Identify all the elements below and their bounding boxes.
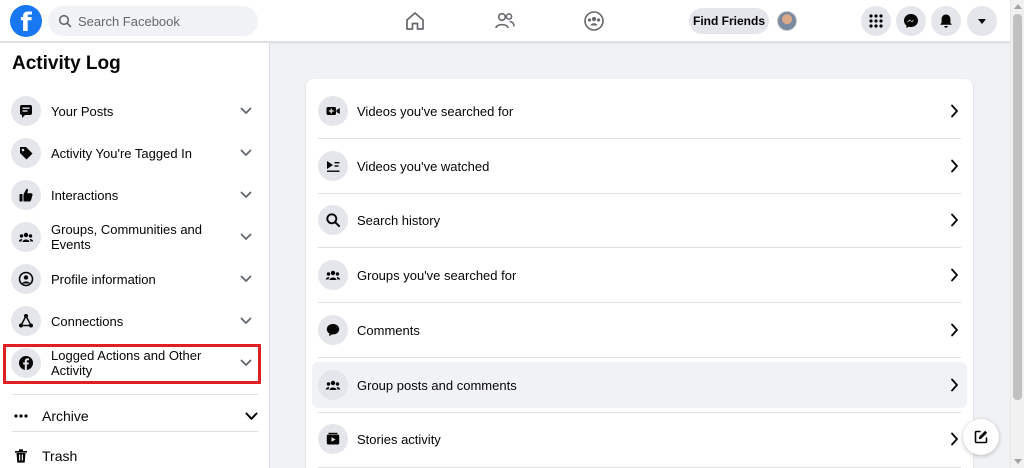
groups-icon[interactable] [582,9,606,33]
row-label: Search history [357,212,441,228]
row-label: Videos you've watched [357,158,490,174]
sidebar-item-profile-information[interactable]: Profile information [8,264,260,294]
groups-icon [318,260,348,290]
sidebar-item-archive[interactable]: Archive [8,401,260,431]
sidebar-item-label: Connections [51,313,124,329]
messenger-icon[interactable] [896,6,926,36]
sidebar-item-groups-communities-events[interactable]: Groups, Communities and Events [8,222,260,252]
sidebar-item-trash[interactable]: Trash [8,441,260,468]
row-separator [318,247,961,248]
tag-icon [11,138,41,168]
sidebar-item-tagged[interactable]: Activity You're Tagged In [8,138,260,168]
friends-icon[interactable] [493,9,517,33]
sidebar-divider [12,394,258,395]
account-dropdown-icon[interactable] [967,6,997,36]
thumbs-up-icon [11,180,41,210]
row-label: Groups you've searched for [357,267,517,283]
sidebar-item-connections[interactable]: Connections [8,306,260,336]
comment-icon [318,315,348,345]
page-title: Activity Log [12,53,121,74]
top-navigation-bar: f Find Friends [0,0,1010,42]
chevron-right-icon [950,213,959,227]
home-icon[interactable] [403,9,427,33]
row-group-posts-comments[interactable]: Group posts and comments [312,362,967,408]
connections-icon [11,306,41,336]
row-comments[interactable]: Comments [312,307,967,353]
activity-categories-card: Videos you've searched for Videos you've… [306,79,973,468]
sidebar-item-interactions[interactable]: Interactions [8,180,260,210]
groups-icon [318,370,348,400]
chevron-right-icon [950,159,959,173]
video-watched-icon [318,151,348,181]
sidebar-item-label: Activity You're Tagged In [51,145,193,161]
sidebar-item-label: Trash [42,447,78,464]
chevron-right-icon [950,104,959,118]
row-search-history[interactable]: Search history [312,197,967,243]
stories-icon [318,424,348,454]
chevron-down-icon [240,233,252,241]
row-separator [318,193,961,194]
row-label: Videos you've searched for [357,103,514,119]
search-icon [318,205,348,235]
groups-icon [11,222,41,252]
video-search-icon [318,96,348,126]
row-videos-searched[interactable]: Videos you've searched for [312,88,967,134]
search-icon [58,14,72,28]
activity-log-sidebar: Activity Log Your Posts Activity You're … [0,43,270,468]
row-videos-watched[interactable]: Videos you've watched [312,143,967,189]
row-separator [318,302,961,303]
chevron-down-icon [245,412,258,421]
facebook-logo[interactable]: f [10,5,42,37]
row-label: Stories activity [357,431,441,447]
avatar[interactable] [777,11,797,31]
profile-icon [11,264,41,294]
row-label: Group posts and comments [357,377,517,393]
search-bar[interactable] [48,6,258,36]
chevron-down-icon [240,149,252,157]
row-separator [318,357,961,358]
chevron-down-icon [240,107,252,115]
sidebar-item-label: Groups, Communities and Events [51,222,203,252]
trash-icon [8,441,34,468]
chevron-down-icon [240,317,252,325]
find-friends-button[interactable]: Find Friends [689,8,769,34]
sidebar-item-label: Archive [42,407,89,424]
row-label: Comments [357,322,420,338]
posts-icon [11,96,41,126]
chevron-down-icon [240,275,252,283]
chevron-right-icon [950,378,959,392]
scroll-down-arrow[interactable] [1014,459,1022,464]
notifications-icon[interactable] [931,6,961,36]
sidebar-item-label: Interactions [51,187,119,203]
search-input[interactable] [78,13,248,29]
row-separator [318,412,961,413]
row-separator [318,138,961,139]
chevron-right-icon [950,323,959,337]
chevron-right-icon [950,432,959,446]
row-groups-searched[interactable]: Groups you've searched for [312,252,967,298]
menu-grid-icon[interactable] [861,6,891,36]
new-message-button[interactable] [963,419,999,455]
sidebar-item-label: Your Posts [51,103,114,119]
chevron-right-icon [950,268,959,282]
sidebar-item-label: Profile information [51,271,156,287]
highlight-box [3,344,261,384]
chevron-down-icon [240,191,252,199]
row-stories-activity[interactable]: Stories activity [312,416,967,462]
sidebar-item-your-posts[interactable]: Your Posts [8,96,260,126]
more-dots-icon [8,401,34,431]
scroll-up-arrow[interactable] [1014,4,1022,9]
scroll-thumb[interactable] [1013,14,1022,400]
sidebar-divider [12,431,258,432]
page-scrollbar[interactable] [1010,0,1024,468]
compose-icon [974,430,988,444]
